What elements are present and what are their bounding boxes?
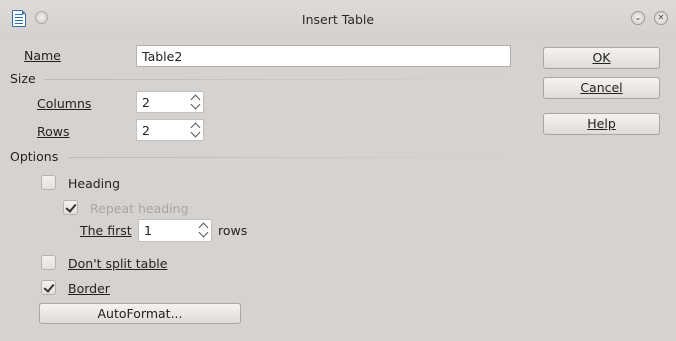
- cancel-button-label: Cancel: [580, 80, 623, 95]
- spin-down-icon[interactable]: [198, 227, 209, 238]
- columns-spinbox[interactable]: 2: [136, 91, 204, 113]
- dont-split-checkbox[interactable]: [41, 255, 56, 270]
- size-divider: [44, 79, 514, 80]
- size-heading: Size: [10, 71, 36, 86]
- rows-value: 2: [142, 123, 150, 138]
- the-first-spinbox[interactable]: 1: [138, 219, 212, 242]
- options-divider: [68, 157, 514, 158]
- ok-button-label: OK: [592, 50, 611, 65]
- name-label: Name: [24, 48, 61, 63]
- window-title: Insert Table: [301, 12, 375, 27]
- the-first-label: The first: [80, 223, 132, 238]
- rows-spinbox[interactable]: 2: [136, 119, 204, 141]
- autoformat-button[interactable]: AutoFormat...: [39, 303, 241, 324]
- columns-label: Columns: [37, 96, 92, 111]
- name-field-value: Table2: [142, 49, 183, 64]
- help-button[interactable]: Help: [543, 113, 660, 135]
- close-icon[interactable]: ✕: [654, 11, 668, 25]
- repeat-heading-checkbox[interactable]: [63, 200, 78, 215]
- columns-value: 2: [142, 95, 150, 110]
- the-first-value: 1: [144, 223, 152, 238]
- border-label[interactable]: Border: [68, 281, 110, 296]
- spin-down-icon[interactable]: [190, 99, 201, 110]
- ok-button[interactable]: OK: [543, 47, 660, 69]
- title-bar: Insert Table ⌄ ✕: [0, 0, 676, 37]
- heading-checkbox[interactable]: [41, 175, 56, 190]
- dont-split-label[interactable]: Don't split table: [68, 256, 167, 271]
- spin-down-icon[interactable]: [190, 127, 201, 138]
- name-field[interactable]: Table2: [136, 45, 511, 67]
- border-checkbox[interactable]: [41, 280, 56, 295]
- heading-label[interactable]: Heading: [68, 176, 120, 191]
- rows-label: Rows: [37, 124, 70, 139]
- options-heading: Options: [10, 149, 59, 164]
- repeat-heading-label: Repeat heading: [90, 201, 189, 216]
- help-button-label: Help: [587, 116, 616, 131]
- rows-suffix-label: rows: [218, 223, 248, 238]
- minimize-icon[interactable]: ⌄: [631, 11, 645, 25]
- cancel-button[interactable]: Cancel: [543, 77, 660, 99]
